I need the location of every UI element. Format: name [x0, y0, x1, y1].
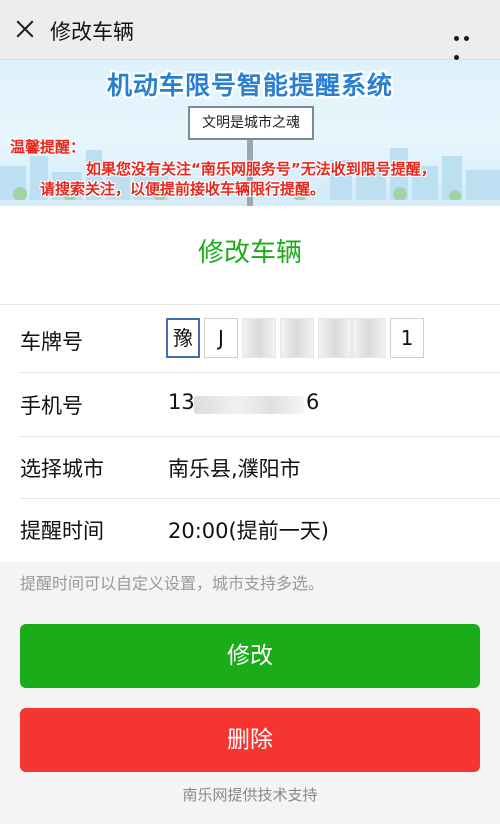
page-title: 修改车辆 — [50, 20, 134, 44]
plate-char-last[interactable]: 1 — [390, 318, 424, 358]
plate-char-province[interactable]: 豫 — [166, 318, 200, 358]
delete-button[interactable]: 删除 — [20, 708, 480, 772]
plate-char-letter[interactable]: J — [204, 318, 238, 358]
phone-prefix[interactable]: 13 — [168, 390, 195, 414]
plate-char-masked[interactable] — [242, 318, 276, 358]
phone-masked-digits — [194, 396, 304, 414]
edit-button[interactable]: 修改 — [20, 624, 480, 688]
warning-text-line-2: 请搜索关注，以便提前接收车辆限行提醒。 — [40, 180, 326, 198]
more-options-icon[interactable] — [454, 26, 482, 60]
phone-suffix[interactable]: 6 — [306, 390, 319, 414]
phone-label: 手机号 — [20, 394, 83, 418]
banner-title: 机动车限号智能提醒系统 — [106, 71, 393, 100]
banner-sign: 文明是城市之魂 — [188, 106, 314, 140]
plate-char-masked[interactable] — [352, 318, 386, 358]
form-heading: 修改车辆 — [197, 238, 302, 268]
plate-char-masked[interactable] — [318, 318, 352, 358]
top-navigation-bar: 修改车辆 — [0, 0, 500, 60]
city-select[interactable]: 南乐县,濮阳市 — [168, 453, 301, 483]
remind-time-select[interactable]: 20:00(提前一天) — [168, 515, 329, 545]
warning-label: 温馨提醒： — [10, 138, 86, 156]
divider — [20, 436, 500, 437]
close-icon[interactable] — [10, 14, 40, 44]
hint-text: 提醒时间可以自定义设置，城市支持多选。 — [20, 574, 325, 593]
footer-credit: 南乐网提供技术支持 — [182, 786, 318, 804]
divider — [20, 372, 500, 373]
divider — [0, 304, 500, 305]
city-label: 选择城市 — [20, 457, 104, 481]
promo-banner: 机动车限号智能提醒系统 文明是城市之魂 温馨提醒： 如果您没有关注“南乐网服务号… — [0, 60, 500, 206]
plate-label: 车牌号 — [20, 330, 83, 354]
plate-char-masked[interactable] — [280, 318, 314, 358]
divider — [20, 498, 500, 499]
warning-text-line-1: 如果您没有关注“南乐网服务号”无法收到限号提醒， — [86, 160, 436, 178]
remind-time-label: 提醒时间 — [20, 519, 104, 543]
